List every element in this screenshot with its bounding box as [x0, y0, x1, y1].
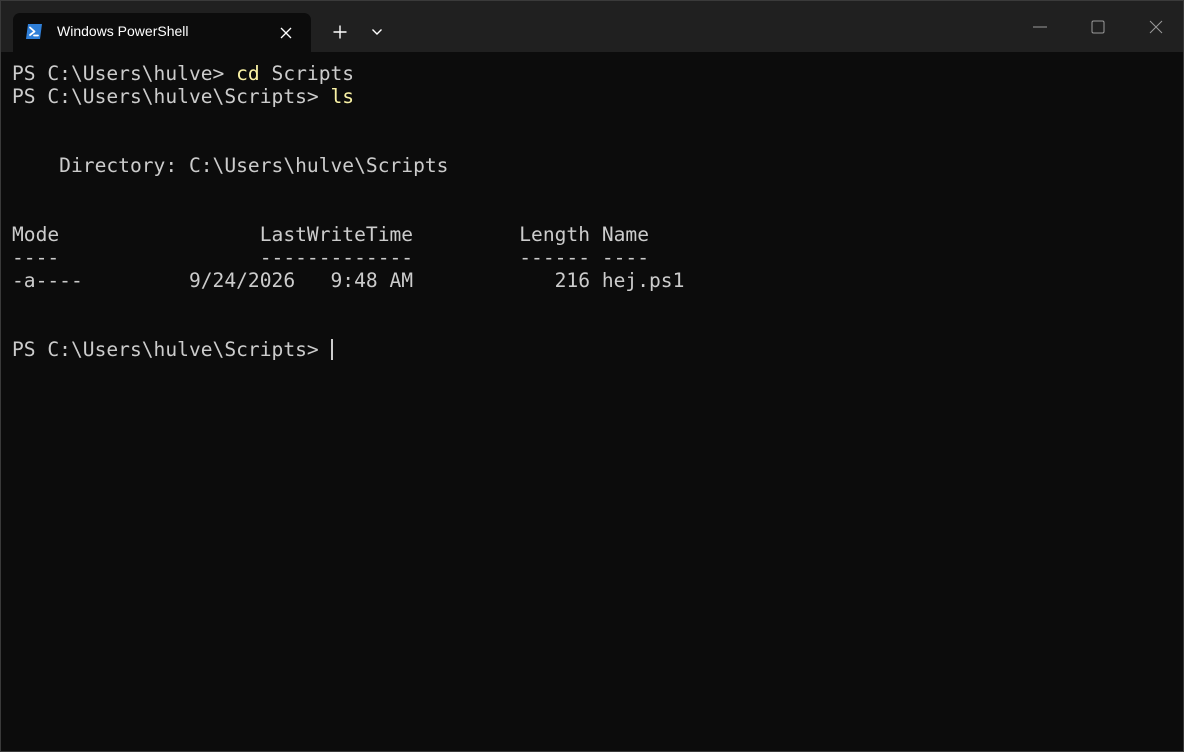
table-header: Mode LastWriteTime Length Name [12, 223, 650, 246]
title-bar[interactable]: Windows PowerShell [1, 1, 1183, 52]
tab-windows-powershell[interactable]: Windows PowerShell [13, 13, 311, 52]
directory-line: Directory: C:\Users\hulve\Scripts [12, 154, 449, 177]
maximize-icon[interactable] [1069, 1, 1127, 52]
close-tab-icon[interactable] [277, 24, 295, 42]
prompt: PS C:\Users\hulve\Scripts> [12, 85, 331, 108]
command: cd [236, 62, 260, 85]
terminal-line: PS C:\Users\hulve> cd Scripts [12, 62, 1172, 85]
chevron-down-icon[interactable] [363, 17, 391, 47]
command-args: Scripts [259, 62, 355, 85]
close-icon[interactable] [1127, 1, 1183, 52]
command: ls [330, 85, 355, 108]
terminal-line: PS C:\Users\hulve\Scripts> [12, 338, 1172, 361]
powershell-icon [25, 23, 43, 40]
tab-title: Windows PowerShell [57, 23, 189, 39]
terminal-output[interactable]: PS C:\Users\hulve> cd Scripts PS C:\User… [12, 62, 1172, 742]
terminal-line: PS C:\Users\hulve\Scripts> ls [12, 85, 1172, 108]
prompt: PS C:\Users\hulve\Scripts> [12, 338, 331, 361]
prompt: PS C:\Users\hulve> [12, 62, 237, 85]
text-cursor [330, 339, 333, 360]
plus-icon[interactable] [323, 17, 357, 47]
terminal-window: Windows PowerShell PS C:\Users\hulve> cd… [0, 0, 1184, 752]
table-separator: ---- ------------- ------ ---- [12, 246, 650, 269]
minimize-icon[interactable] [1011, 1, 1069, 52]
table-row: -a---- 9/24/2026 9:48 AM 216 hej.ps1 [12, 269, 685, 292]
